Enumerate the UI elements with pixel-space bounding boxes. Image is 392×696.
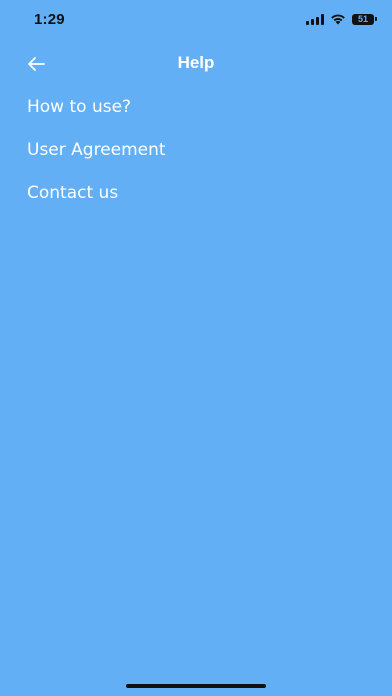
- menu-item-how-to-use[interactable]: How to use?: [0, 86, 392, 129]
- wifi-icon: [331, 14, 345, 25]
- page-title: Help: [177, 53, 215, 72]
- nav-header: Help: [0, 44, 392, 84]
- cellular-signal-icon: [306, 13, 324, 25]
- help-menu: How to use? User Agreement Contact us: [0, 86, 392, 215]
- status-time: 1:29: [34, 11, 65, 28]
- status-bar: 1:29 51: [0, 0, 392, 40]
- battery-icon: 51: [352, 13, 377, 25]
- home-indicator: [126, 684, 266, 688]
- status-icons: 51: [306, 13, 377, 25]
- battery-level: 51: [357, 13, 368, 24]
- menu-item-user-agreement[interactable]: User Agreement: [0, 129, 392, 172]
- menu-item-contact-us[interactable]: Contact us: [0, 172, 392, 215]
